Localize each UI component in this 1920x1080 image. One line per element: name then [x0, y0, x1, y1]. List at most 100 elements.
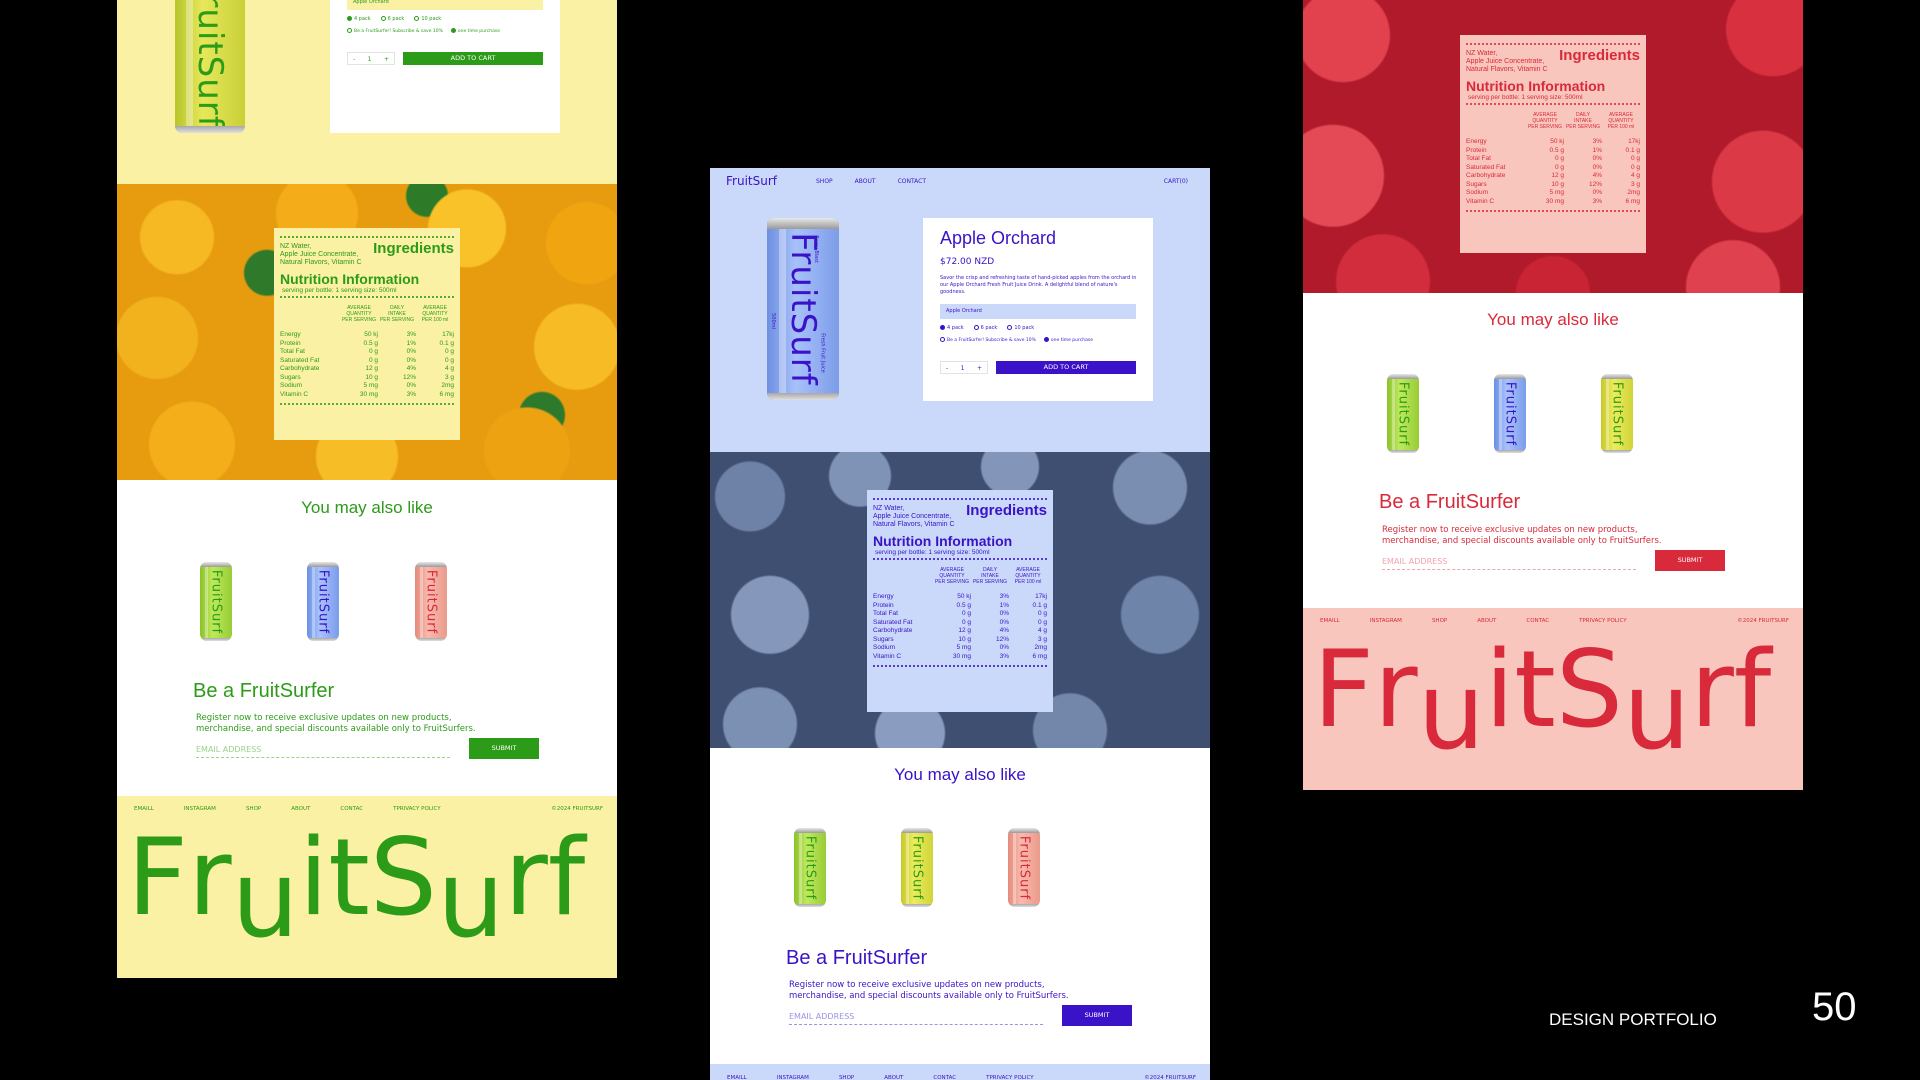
nutrition-row: Energy 50 kj 3% 17kj: [280, 331, 454, 338]
top-nav: FruitSurf SHOP ABOUT CONTACT CART(0): [710, 168, 1210, 196]
nutrition-card-yellow: NZ Water, Apple Juice Concentrate, Natural…: [274, 228, 460, 440]
nutrition-heading: Nutrition Information: [873, 533, 1013, 549]
white-section-blue: You may also like FruitSurf FruitSurf Fr…: [710, 748, 1210, 1064]
subscribe-option[interactable]: Be a FruitSurfer! Subscribe & save 10%: [940, 337, 1036, 343]
you-may-also-like-heading: You may also like: [301, 498, 433, 517]
product-title: Apple Orchard: [940, 228, 1057, 248]
be-a-fruitsurfer-heading: Be a FruitSurfer: [786, 947, 928, 969]
nutrition-row: Vitamin C 30 mg 3% 6 mg: [280, 390, 454, 398]
add-to-cart-button[interactable]: ADD TO CART: [403, 52, 543, 65]
product-description: Savor the crisp and refreshing taste of …: [940, 275, 1137, 295]
one-time-option[interactable]: one time purchase: [1043, 337, 1093, 343]
flavor-select[interactable]: Apple Orchard: [347, 0, 543, 10]
ingredients-heading: Ingredients: [966, 502, 1047, 519]
email-input[interactable]: EMAIL ADDRESS: [1382, 557, 1636, 570]
suggested-can-pink[interactable]: FruitSurf: [415, 562, 447, 641]
ingredients-heading: Ingredients: [1559, 47, 1640, 64]
add-to-cart-button[interactable]: ADD TO CART: [996, 361, 1136, 374]
nutrition-row: Protein 0.5 g 1% 0.1 g: [280, 339, 454, 347]
nutrition-row: Carbohydrate 12 g 4% 4 g: [280, 365, 454, 372]
suggested-can-pink[interactable]: FruitSurf: [1008, 828, 1040, 907]
nav-about[interactable]: ABOUT: [855, 178, 876, 185]
nutrition-card-pink: NZ Water, Apple Juice Concentrate, Natural…: [1460, 35, 1646, 253]
email-input[interactable]: EMAIL ADDRESS: [789, 1012, 1043, 1025]
submit-button[interactable]: SUBMIT: [1655, 550, 1725, 571]
page-number: 50: [1812, 985, 1857, 1029]
product-can-blue: FruitSurf Berry Blast Fresh Fruit Juice …: [767, 218, 839, 400]
suggested-can-green[interactable]: FruitSurf: [200, 562, 232, 641]
nutrition-row: Total Fat 0 g 0% 0 g: [1466, 155, 1640, 162]
white-section-yellow: You may also like FruitSurf FruitSurf Fr…: [117, 480, 617, 796]
blue-page-mockup: FruitSurf SHOP ABOUT CONTACT CART(0) Fru…: [710, 168, 1210, 1080]
nutrition-table: Energy 50 kj 3% 17kj Protein 0.5 g 1% 0.1 g Tota…: [873, 593, 1047, 661]
nutrition-heading: Nutrition Information: [280, 271, 420, 287]
nutrition-row: Vitamin C 30 mg 3% 6 mg: [873, 652, 1047, 660]
nutrition-row: Sodium 5 mg 0% 2mg: [873, 644, 1047, 651]
email-input[interactable]: EMAIL ADDRESS: [196, 745, 450, 758]
white-section-pink: You may also like FruitSurf FruitSurf Fr…: [1303, 293, 1803, 608]
product-can-yellow: FruitSurf: [175, 0, 245, 133]
footer-wordmark: FruitSurf: [127, 816, 586, 962]
suggested-can-blue[interactable]: FruitSurf: [1494, 374, 1526, 453]
nav-cart[interactable]: CART(0): [1164, 178, 1188, 185]
nutrition-row: Sodium 5 mg 0% 2mg: [280, 382, 454, 389]
nutrition-row: Total Fat 0 g 0% 0 g: [873, 610, 1047, 617]
register-text: Register now to receive exclusive update…: [789, 980, 1069, 1001]
quantity-stepper[interactable]: -1 +: [347, 52, 395, 65]
footer-copyright: ©2024 FRUITSURF: [1737, 618, 1789, 624]
nutrition-row: Total Fat 0 g 0% 0 g: [280, 348, 454, 355]
nutrition-row: Sugars 10 g 12% 3 g: [873, 635, 1047, 643]
subscribe-option[interactable]: Be a FruitSurfer! Subscribe & save 10%: [347, 28, 443, 34]
suggested-can-green[interactable]: FruitSurf: [794, 828, 826, 907]
ingredients-heading: Ingredients: [373, 240, 454, 257]
nutrition-card-blue: NZ Water, Apple Juice Concentrate, Natural…: [867, 490, 1053, 712]
submit-button[interactable]: SUBMIT: [469, 738, 539, 759]
pack-option-4[interactable]: 4 pack: [347, 16, 371, 22]
footer-wordmark: FruitSurf: [1313, 628, 1772, 774]
footer-copyright: ©2024 FRUITSURF: [551, 806, 603, 812]
nutrition-row: Saturated Fat 0 g 0% 0 g: [280, 356, 454, 364]
nutrition-row: Protein 0.5 g 1% 0.1 g: [1466, 146, 1640, 154]
one-time-option[interactable]: one time purchase: [450, 28, 500, 34]
nav-contact[interactable]: CONTACT: [898, 178, 926, 185]
nutrition-row: Sodium 5 mg 0% 2mg: [1466, 189, 1640, 196]
pack-option-4[interactable]: 4 pack: [940, 325, 964, 331]
nutrition-row: Carbohydrate 12 g 4% 4 g: [1466, 172, 1640, 179]
pink-page-mockup: NZ Water, Apple Juice Concentrate, Natural…: [1303, 0, 1803, 790]
pack-option-6[interactable]: 6 pack: [380, 16, 404, 22]
footer-links: EMAILL INSTAGRAM SHOP ABOUT CONTAC TPRIVACY P…: [727, 1075, 1034, 1080]
nutrition-table: Energy 50 kj 3% 17kj Protein 0.5 g 1% 0.1 g Tota…: [280, 331, 454, 399]
pack-option-10[interactable]: 10 pack: [414, 16, 441, 22]
pack-option-6[interactable]: 6 pack: [973, 325, 997, 331]
product-card-yellow: Savor the crisp and refreshing taste of …: [330, 0, 560, 133]
flavor-select[interactable]: Apple Orchard: [940, 304, 1136, 319]
nutrition-row: Vitamin C 30 mg 3% 6 mg: [1466, 197, 1640, 205]
suggested-can-yellow[interactable]: FruitSurf: [901, 828, 933, 907]
nutrition-row: Saturated Fat 0 g 0% 0 g: [1466, 163, 1640, 171]
suggested-can-green[interactable]: FruitSurf: [1387, 374, 1419, 453]
you-may-also-like-heading: You may also like: [894, 765, 1026, 784]
register-text: Register now to receive exclusive update…: [1382, 525, 1662, 546]
submit-button[interactable]: SUBMIT: [1062, 1005, 1132, 1026]
register-text: Register now to receive exclusive update…: [196, 713, 476, 734]
nutrition-table: Energy 50 kj 3% 17kj Protein 0.5 g 1% 0.1 g Tota…: [1466, 138, 1640, 206]
nutrition-heading: Nutrition Information: [1466, 78, 1606, 94]
can-brand-text: FruitSurf: [190, 0, 230, 129]
nav-logo[interactable]: FruitSurf: [726, 174, 777, 188]
nutrition-row: Protein 0.5 g 1% 0.1 g: [873, 601, 1047, 609]
product-card-blue: Apple Orchard $72.00 NZD Savor the crisp…: [923, 218, 1153, 401]
quantity-stepper[interactable]: -1 +: [940, 361, 988, 374]
nutrition-row: Saturated Fat 0 g 0% 0 g: [873, 618, 1047, 626]
nutrition-row: Energy 50 kj 3% 17kj: [873, 593, 1047, 600]
pack-option-10[interactable]: 10 pack: [1007, 325, 1034, 331]
footer-links: EMAILL INSTAGRAM SHOP ABOUT CONTAC TPRIVACY P…: [1320, 618, 1627, 624]
suggested-can-yellow[interactable]: FruitSurf: [1601, 374, 1633, 453]
footer-links: EMAILL INSTAGRAM SHOP ABOUT CONTAC TPRIVACY P…: [134, 806, 441, 812]
nutrition-row: Carbohydrate 12 g 4% 4 g: [873, 627, 1047, 634]
footer-copyright: ©2024 FRUITSURF: [1144, 1075, 1196, 1080]
nutrition-row: Sugars 10 g 12% 3 g: [1466, 180, 1640, 188]
suggested-can-blue[interactable]: FruitSurf: [307, 562, 339, 641]
nav-shop[interactable]: SHOP: [816, 178, 833, 185]
you-may-also-like-heading: You may also like: [1487, 310, 1619, 329]
nutrition-row: Energy 50 kj 3% 17kj: [1466, 138, 1640, 145]
